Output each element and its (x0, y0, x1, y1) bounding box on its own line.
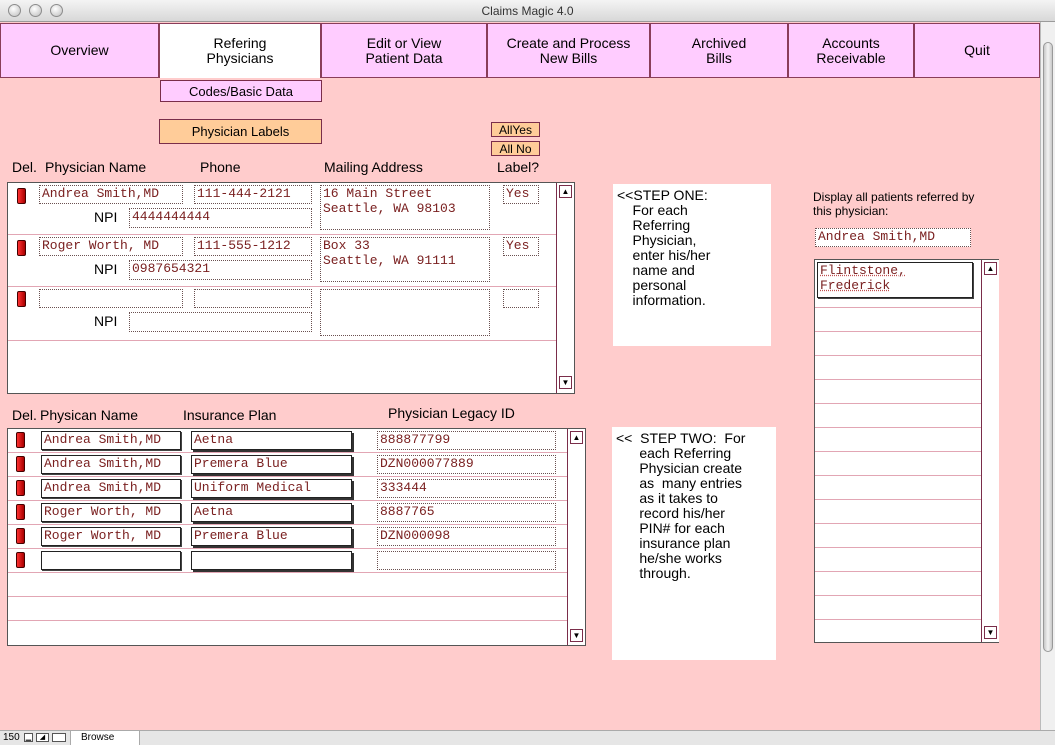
window-scroll-thumb[interactable] (1043, 42, 1053, 652)
all-yes-button[interactable]: AllYes (491, 122, 540, 137)
mailing-address-field[interactable]: Box 33 Seattle, WA 91111 (320, 237, 490, 282)
plan-physician-name-field[interactable]: Roger Worth, MD (41, 527, 181, 546)
legacy-id-field[interactable]: 888877799 (377, 431, 556, 450)
plan-physician-name-field[interactable]: Andrea Smith,MD (41, 455, 181, 474)
npi-label: NPI (94, 313, 118, 329)
referred-patients-scrollbar[interactable]: ▲ ▼ (981, 260, 999, 642)
nav-accounts-receivable-button[interactable]: Accounts Receivable (788, 23, 914, 78)
scroll-up-icon[interactable]: ▲ (570, 431, 583, 444)
col-header-legacy-id: Physician Legacy ID (388, 405, 515, 421)
delete-row-button[interactable] (16, 552, 25, 568)
legacy-id-field[interactable] (377, 551, 556, 570)
delete-row-button[interactable] (16, 480, 25, 496)
nav-archived-bills-button[interactable]: Archived Bills (650, 23, 788, 78)
physician-name-field[interactable]: Andrea Smith,MD (39, 185, 183, 204)
label-field[interactable] (503, 289, 539, 308)
delete-row-button[interactable] (16, 504, 25, 520)
delete-row-button[interactable] (16, 456, 25, 472)
legacy-id-field[interactable]: 8887765 (377, 503, 556, 522)
scroll-down-icon[interactable]: ▼ (984, 626, 997, 639)
scroll-up-icon[interactable]: ▲ (559, 185, 572, 198)
npi-label: NPI (94, 209, 118, 225)
zoom-in-icon[interactable]: ◢ (36, 733, 49, 742)
legacy-id-field[interactable]: DZN000077889 (377, 455, 556, 474)
legacy-id-field[interactable]: 333444 (377, 479, 556, 498)
physicians-portal[interactable]: Andrea Smith,MD 111-444-2121 16 Main Str… (7, 182, 575, 394)
title-bar: Claims Magic 4.0 (0, 0, 1055, 22)
physician-labels-button[interactable]: Physician Labels (159, 119, 322, 144)
status-area-toggle-icon[interactable] (52, 733, 66, 742)
nav-quit-button[interactable]: Quit (914, 23, 1040, 78)
insurance-plan-field[interactable]: Uniform Medical (191, 479, 352, 498)
phone-field[interactable] (194, 289, 312, 308)
delete-row-button[interactable] (17, 188, 26, 204)
selected-physician-field[interactable]: Andrea Smith,MD (815, 228, 971, 247)
insurance-plan-field[interactable]: Premera Blue (191, 455, 352, 474)
insurance-plan-field[interactable]: Premera Blue (191, 527, 352, 546)
step-one-instructions: <<STEP ONE: For each Referring Physician… (613, 184, 771, 346)
npi-field[interactable]: 0987654321 (129, 260, 312, 280)
nav-edit-patient-button[interactable]: Edit or View Patient Data (321, 23, 487, 78)
zoom-out-icon[interactable]: ▁ (24, 733, 33, 742)
nav-create-bills-button[interactable]: Create and Process New Bills (487, 23, 650, 78)
mode-indicator[interactable]: Browse (70, 731, 140, 745)
col-header-del: Del. (12, 159, 37, 175)
plan-physician-name-field[interactable]: Andrea Smith,MD (41, 479, 181, 498)
insurance-plan-field[interactable]: Aetna (191, 503, 352, 522)
referred-patients-portal[interactable]: Flintstone, Frederick ▲ ▼ (814, 259, 999, 643)
mailing-address-field[interactable] (320, 289, 490, 336)
referred-patients-label: Display all patients referred by this ph… (813, 190, 975, 218)
col-header-insurance-plan: Insurance Plan (183, 407, 277, 423)
col-header-phone: Phone (200, 159, 241, 175)
col-header-physician-name: Physican Name (40, 407, 139, 423)
referred-patient-item[interactable]: Flintstone, Frederick (817, 262, 973, 298)
delete-row-button[interactable] (16, 432, 25, 448)
insurance-plans-portal[interactable]: Andrea Smith,MD Aetna 888877799 Andrea S… (7, 428, 586, 646)
all-no-button[interactable]: All No (491, 141, 540, 156)
physicians-scrollbar[interactable]: ▲ ▼ (556, 183, 574, 393)
npi-field[interactable]: 4444444444 (129, 208, 312, 228)
scroll-down-icon[interactable]: ▼ (559, 376, 572, 389)
insurance-plan-field[interactable]: Aetna (191, 431, 352, 450)
label-field[interactable]: Yes (503, 185, 539, 204)
plan-physician-name-field[interactable]: Roger Worth, MD (41, 503, 181, 522)
step-two-instructions: << STEP TWO: For each Referring Physicia… (612, 427, 776, 660)
scroll-down-icon[interactable]: ▼ (570, 629, 583, 642)
col-header-label: Label? (497, 159, 540, 175)
status-bar: 150 ▁ ◢ Browse (0, 730, 1055, 745)
physician-name-field[interactable] (39, 289, 183, 308)
npi-field[interactable] (129, 312, 312, 332)
col-header-del: Del. (12, 407, 37, 423)
insurance-plan-field[interactable] (191, 551, 352, 570)
window-title: Claims Magic 4.0 (481, 4, 574, 18)
col-header-physician-name: Physician Name (45, 159, 147, 175)
delete-row-button[interactable] (17, 240, 26, 256)
scroll-up-icon[interactable]: ▲ (984, 262, 997, 275)
codes-basic-data-button[interactable]: Codes/Basic Data (160, 80, 322, 102)
col-header-mailing-address: Mailing Address (324, 159, 423, 175)
phone-field[interactable]: 111-555-1212 (194, 237, 312, 256)
physician-name-field[interactable]: Roger Worth, MD (39, 237, 183, 256)
nav-refering-physicians-button[interactable]: Refering Physicians (159, 23, 321, 78)
legacy-id-field[interactable]: DZN000098 (377, 527, 556, 546)
window-scrollbar[interactable] (1040, 22, 1055, 730)
plan-physician-name-field[interactable]: Andrea Smith,MD (41, 431, 181, 450)
mailing-address-field[interactable]: 16 Main Street Seattle, WA 98103 (320, 185, 490, 230)
layout-content: Overview Refering Physicians Edit or Vie… (0, 22, 1040, 730)
insurance-plans-scrollbar[interactable]: ▲ ▼ (567, 429, 585, 645)
phone-field[interactable]: 111-444-2121 (194, 185, 312, 204)
label-field[interactable]: Yes (503, 237, 539, 256)
zoom-level: 150 (3, 732, 20, 743)
delete-row-button[interactable] (17, 291, 26, 307)
nav-overview-button[interactable]: Overview (0, 23, 159, 78)
delete-row-button[interactable] (16, 528, 25, 544)
npi-label: NPI (94, 261, 118, 277)
plan-physician-name-field[interactable] (41, 551, 181, 570)
